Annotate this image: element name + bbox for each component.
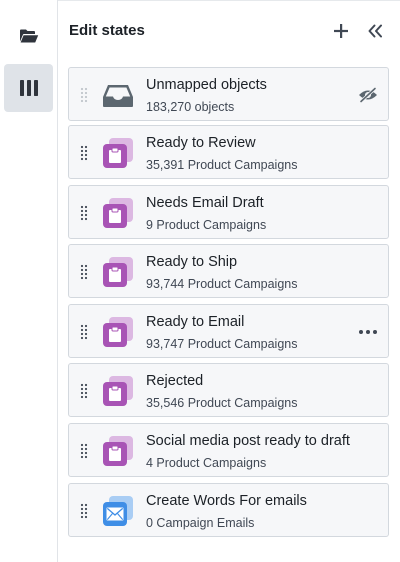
state-count: 93,744 Product Campaigns xyxy=(146,277,298,291)
state-name: Social media post ready to draft xyxy=(146,433,350,449)
edit-states-panel: Edit states Unmapped objects 183,270 obj… xyxy=(58,0,400,562)
clipboard-icon xyxy=(103,317,133,347)
columns-icon xyxy=(19,80,38,96)
drag-handle-icon[interactable] xyxy=(80,503,88,519)
state-count: 4 Product Campaigns xyxy=(146,456,267,470)
state-name: Ready to Review xyxy=(146,135,256,151)
clipboard-icon xyxy=(103,376,133,406)
app: Edit states Unmapped objects 183,270 obj… xyxy=(0,0,400,562)
state-name: Rejected xyxy=(146,373,204,389)
state-card[interactable]: Ready to Email 93,747 Product Campaigns xyxy=(68,304,389,358)
eye-off-icon xyxy=(359,87,377,103)
envelope-icon xyxy=(103,496,133,526)
toggle-visibility-button[interactable] xyxy=(356,83,380,107)
plus-icon xyxy=(334,24,348,38)
collapse-panel-button[interactable] xyxy=(363,18,387,44)
folder-open-icon xyxy=(19,29,38,43)
state-card[interactable]: Needs Email Draft 9 Product Campaigns xyxy=(68,185,389,239)
panel-divider xyxy=(58,0,400,1)
left-rail xyxy=(0,0,58,562)
drag-handle-icon[interactable] xyxy=(80,87,88,103)
state-card[interactable]: Ready to Review 35,391 Product Campaigns xyxy=(68,125,389,179)
state-card[interactable]: Social media post ready to draft 4 Produ… xyxy=(68,423,389,477)
more-options-button[interactable] xyxy=(356,320,380,344)
state-card[interactable]: Create Words For emails 0 Campaign Email… xyxy=(68,483,389,537)
state-count: 0 Campaign Emails xyxy=(146,516,255,530)
drag-handle-icon[interactable] xyxy=(80,264,88,280)
clipboard-icon xyxy=(103,198,133,228)
state-count: 9 Product Campaigns xyxy=(146,218,267,232)
state-name: Ready to Ship xyxy=(146,254,238,270)
state-card[interactable]: Ready to Ship 93,744 Product Campaigns xyxy=(68,244,389,298)
state-card[interactable]: Rejected 35,546 Product Campaigns xyxy=(68,363,389,417)
drag-handle-icon[interactable] xyxy=(80,383,88,399)
rail-columns-button[interactable] xyxy=(4,64,53,112)
clipboard-icon xyxy=(103,138,133,168)
state-name: Ready to Email xyxy=(146,314,245,330)
add-state-button[interactable] xyxy=(329,18,353,44)
panel-title: Edit states xyxy=(69,22,145,39)
state-name: Needs Email Draft xyxy=(146,195,264,211)
drag-handle-icon[interactable] xyxy=(80,205,88,221)
rail-folder-button[interactable] xyxy=(4,12,53,60)
state-count: 93,747 Product Campaigns xyxy=(146,337,298,351)
state-name: Create Words For emails xyxy=(146,493,307,509)
state-name: Unmapped objects xyxy=(146,77,267,93)
clipboard-icon xyxy=(103,257,133,287)
clipboard-icon xyxy=(103,436,133,466)
more-icon xyxy=(359,330,377,334)
drag-handle-icon[interactable] xyxy=(80,145,88,161)
drag-handle-icon[interactable] xyxy=(80,324,88,340)
inbox-icon xyxy=(103,85,133,107)
state-card[interactable]: Unmapped objects 183,270 objects xyxy=(68,67,389,121)
state-count: 183,270 objects xyxy=(146,100,235,114)
state-count: 35,391 Product Campaigns xyxy=(146,158,298,172)
state-count: 35,546 Product Campaigns xyxy=(146,396,298,410)
drag-handle-icon[interactable] xyxy=(80,443,88,459)
double-chevron-left-icon xyxy=(368,24,382,38)
